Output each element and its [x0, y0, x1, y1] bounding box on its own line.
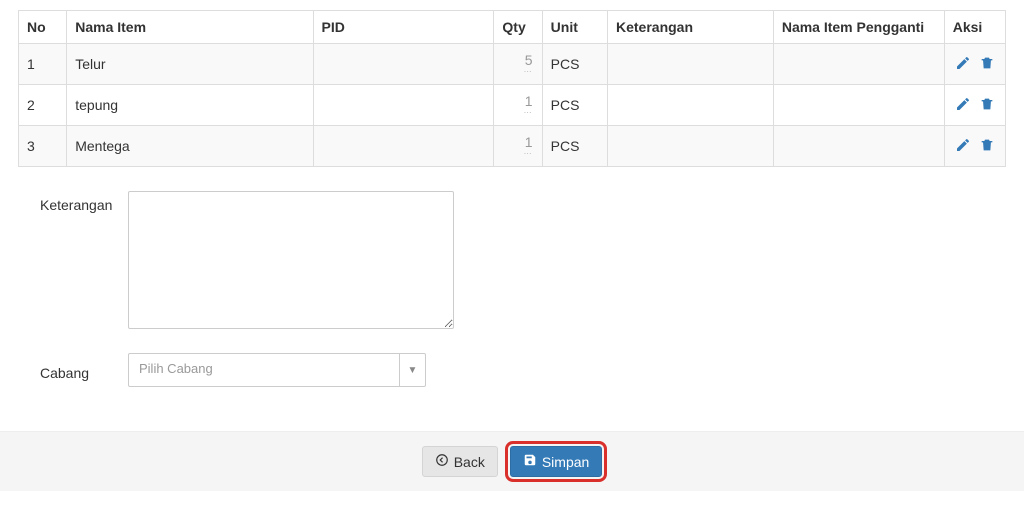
back-button[interactable]: Back [422, 446, 498, 477]
cell-aksi [944, 44, 1005, 85]
th-nama: Nama Item [67, 11, 313, 44]
edit-icon[interactable] [955, 96, 973, 114]
table-row: 3 Mentega 1 ⋯ PCS [19, 126, 1006, 167]
drag-handle-icon: ⋯ [524, 109, 534, 117]
table-row: 2 tepung 1 ⋯ PCS [19, 85, 1006, 126]
cell-ket [607, 126, 773, 167]
cell-qty[interactable]: 5 ⋯ [494, 44, 542, 85]
simpan-button[interactable]: Simpan [510, 446, 602, 477]
back-button-label: Back [454, 454, 485, 470]
keterangan-label: Keterangan [18, 191, 128, 213]
cell-pid [313, 126, 494, 167]
save-icon [523, 453, 537, 470]
trash-icon[interactable] [979, 55, 997, 73]
cell-ket [607, 44, 773, 85]
cell-unit: PCS [542, 126, 607, 167]
th-aksi: Aksi [944, 11, 1005, 44]
qty-value: 1 [525, 135, 533, 149]
cabang-select[interactable]: Pilih Cabang ▼ [128, 353, 426, 387]
keterangan-textarea[interactable] [128, 191, 454, 329]
qty-value: 5 [525, 53, 533, 67]
cell-pid [313, 85, 494, 126]
cell-peng [773, 85, 944, 126]
items-table: No Nama Item PID Qty Unit Keterangan Nam… [18, 10, 1006, 167]
th-ket: Keterangan [607, 11, 773, 44]
cell-aksi [944, 126, 1005, 167]
cell-qty[interactable]: 1 ⋯ [494, 85, 542, 126]
edit-icon[interactable] [955, 55, 973, 73]
back-arrow-icon [435, 453, 449, 470]
cell-aksi [944, 85, 1005, 126]
cell-ket [607, 85, 773, 126]
trash-icon[interactable] [979, 137, 997, 155]
cell-qty[interactable]: 1 ⋯ [494, 126, 542, 167]
qty-value: 1 [525, 94, 533, 108]
cell-peng [773, 44, 944, 85]
cell-nama: Mentega [67, 126, 313, 167]
cell-nama: Telur [67, 44, 313, 85]
cell-nama: tepung [67, 85, 313, 126]
simpan-button-label: Simpan [542, 454, 589, 470]
drag-handle-icon: ⋯ [524, 68, 534, 76]
footer-bar: Back Simpan [0, 431, 1024, 491]
drag-handle-icon: ⋯ [524, 150, 534, 158]
cell-no: 3 [19, 126, 67, 167]
cell-no: 2 [19, 85, 67, 126]
cell-pid [313, 44, 494, 85]
th-no: No [19, 11, 67, 44]
cell-peng [773, 126, 944, 167]
table-row: 1 Telur 5 ⋯ PCS [19, 44, 1006, 85]
cell-unit: PCS [542, 44, 607, 85]
cell-no: 1 [19, 44, 67, 85]
cabang-label: Cabang [18, 359, 128, 381]
chevron-down-icon: ▼ [399, 354, 425, 386]
trash-icon[interactable] [979, 96, 997, 114]
edit-icon[interactable] [955, 137, 973, 155]
th-unit: Unit [542, 11, 607, 44]
th-qty: Qty [494, 11, 542, 44]
cabang-placeholder: Pilih Cabang [129, 354, 399, 386]
th-pid: PID [313, 11, 494, 44]
cell-unit: PCS [542, 85, 607, 126]
th-peng: Nama Item Pengganti [773, 11, 944, 44]
